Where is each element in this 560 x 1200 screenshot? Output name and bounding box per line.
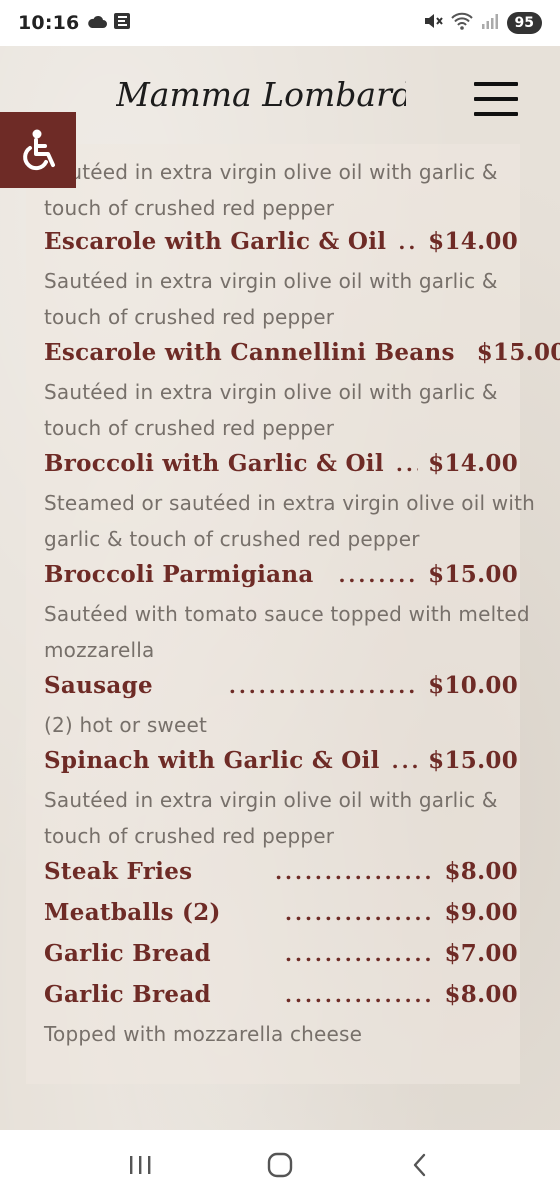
wifi-icon [450, 12, 473, 34]
menu-item-title-row: Escarole with Garlic & Oil.... $14.00 [44, 228, 518, 262]
menu-item-title-row: Sausage................... $10.00 [44, 672, 518, 706]
menu-item-name: Spinach with Garlic & Oil [44, 747, 380, 774]
accessibility-button[interactable] [0, 112, 76, 188]
menu-item-dot-leader: ............... [285, 942, 435, 966]
menu-item-dot-leader: ........ [338, 563, 419, 587]
menu-item-title-row: Spinach with Garlic & Oil..... $15.00 [44, 747, 518, 781]
home-button[interactable] [260, 1145, 300, 1185]
item-description-line: Topped with mozzarella cheese [44, 1022, 363, 1046]
recents-icon [130, 1156, 151, 1174]
menu-item-price: $15.00 [476, 339, 560, 366]
item-description-line: Sautéed in extra virgin olive oil with g… [44, 380, 498, 404]
menu-item-dot-leader: ..... [391, 749, 419, 773]
menu-item-price: $10.00 [428, 672, 518, 699]
app-e-icon [113, 12, 131, 34]
site-logo[interactable]: Mamma Lombardi's [116, 68, 406, 124]
menu-item-name: Meatballs (2) [44, 899, 221, 926]
hamburger-menu-button[interactable] [474, 82, 518, 116]
menu-item-name: Steak Fries [44, 858, 193, 885]
menu-item-price: $7.00 [444, 940, 518, 967]
mute-icon [423, 12, 443, 34]
menu-item-title-row: Garlic Bread............... $7.00 [44, 940, 518, 974]
home-icon [267, 1152, 293, 1178]
battery-indicator: 95 [506, 12, 542, 34]
status-left-icons [87, 12, 131, 34]
menu-item-title-row: Broccoli with Garlic & Oil.... $14.00 [44, 450, 518, 484]
menu-item-name: Broccoli with Garlic & Oil [44, 450, 384, 477]
menu-item-price: $8.00 [444, 981, 518, 1008]
site-header: Mamma Lombardi's [0, 46, 560, 148]
menu-item-price: $14.00 [428, 228, 518, 255]
item-description-line: touch of crushed red pepper [44, 824, 335, 848]
item-description-line: touch of crushed red pepper [44, 196, 335, 220]
web-page: Mamma Lombardi's Sautéed in extra virgin… [0, 46, 560, 1130]
item-description-line: garlic & touch of crushed red pepper [44, 527, 420, 551]
menu-item-price: $15.00 [428, 747, 518, 774]
item-description-line: Sautéed in extra virgin olive oil with g… [44, 788, 498, 812]
menu-item-name: Escarole with Garlic & Oil [44, 228, 387, 255]
recents-button[interactable] [120, 1145, 160, 1185]
menu-item-name: Garlic Bread [44, 940, 211, 967]
menu-item-title-row: Steak Fries................ $8.00 [44, 858, 518, 892]
menu-item-title-row: Broccoli Parmigiana........ $15.00 [44, 561, 518, 595]
status-bar: 10:16 95 [0, 0, 560, 46]
logo-text: Mamma Lombardi's [116, 75, 406, 114]
item-description-line: Steamed or sautéed in extra virgin olive… [44, 491, 536, 515]
status-right-icons: 95 [423, 12, 542, 34]
item-description-line: Sautéed with tomato sauce topped with me… [44, 602, 530, 626]
status-time: 10:16 [18, 12, 80, 34]
hamburger-line [474, 112, 518, 116]
menu-item-price: $14.00 [428, 450, 518, 477]
menu-item-title-row: Escarole with Cannellini Beans $15.00 [44, 339, 560, 373]
menu-item-price: $15.00 [428, 561, 518, 588]
menu-item-price: $9.00 [444, 899, 518, 926]
back-button[interactable] [400, 1145, 440, 1185]
menu-item-title-row: Meatballs (2)............... $9.00 [44, 899, 518, 933]
hamburger-line [474, 82, 518, 86]
item-description-line: touch of crushed red pepper [44, 416, 335, 440]
menu-item-name: Escarole with Cannellini Beans [44, 339, 455, 366]
wheelchair-icon [23, 129, 55, 171]
menu-item-name: Broccoli Parmigiana [44, 561, 314, 588]
item-description-line: (2) hot or sweet [44, 713, 208, 737]
item-description-line: touch of crushed red pepper [44, 305, 335, 329]
item-description-line: Sautéed in extra virgin olive oil with g… [44, 160, 498, 184]
hamburger-line [474, 97, 518, 101]
menu-item-title-row: Garlic Bread............... $8.00 [44, 981, 518, 1015]
menu-item-dot-leader: ................... [228, 674, 419, 698]
menu-item-dot-leader: .... [395, 452, 418, 476]
menu-item-name: Garlic Bread [44, 981, 211, 1008]
system-nav-bar [0, 1130, 560, 1200]
item-description-line: Sautéed in extra virgin olive oil with g… [44, 269, 498, 293]
item-description-line: mozzarella [44, 638, 155, 662]
menu-item-dot-leader: .... [398, 230, 419, 254]
back-icon [413, 1153, 426, 1177]
menu-item-dot-leader: ............... [285, 983, 435, 1007]
cloud-icon [87, 14, 108, 33]
signal-icon [481, 12, 499, 34]
menu-item-price: $8.00 [444, 858, 518, 885]
menu-item-dot-leader: ................ [275, 860, 435, 884]
menu-item-dot-leader: ............... [285, 901, 435, 925]
menu-item-name: Sausage [44, 672, 153, 699]
